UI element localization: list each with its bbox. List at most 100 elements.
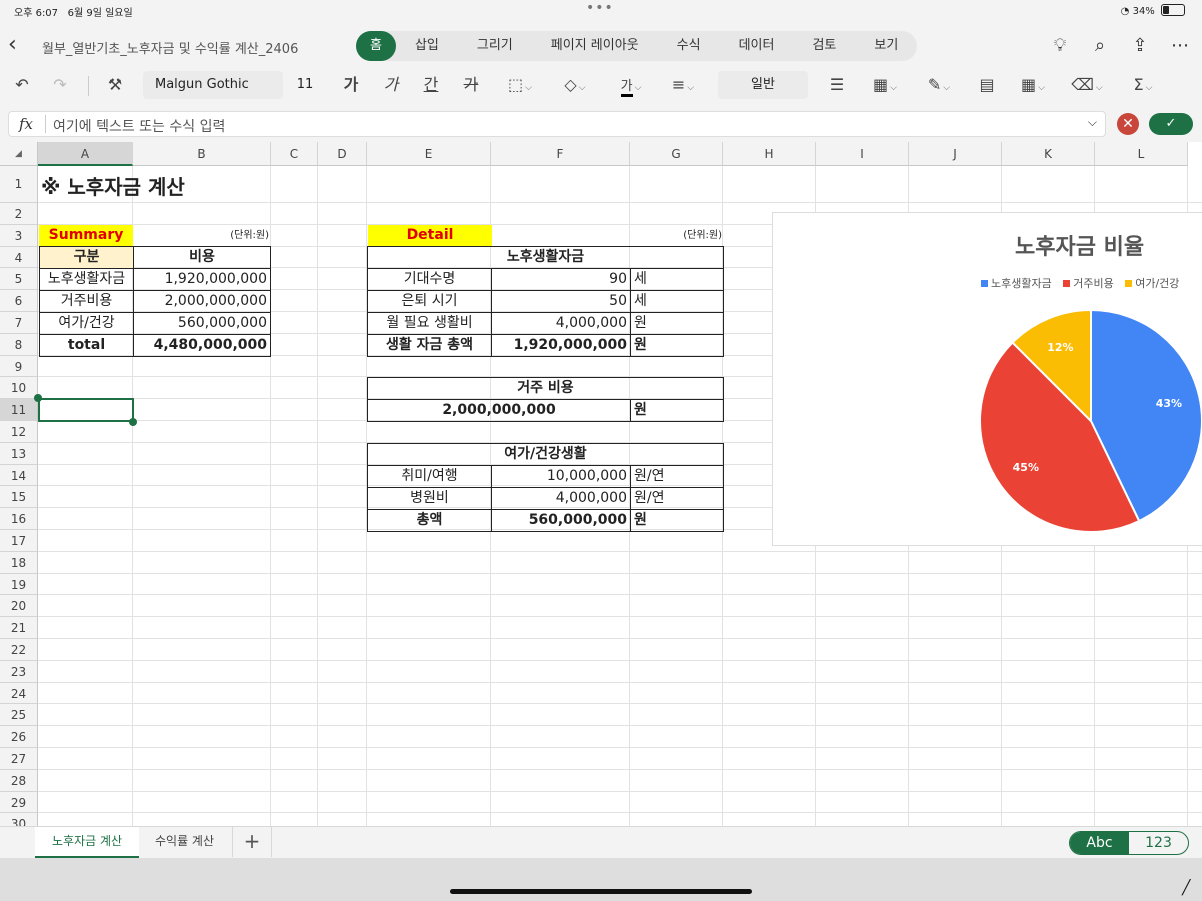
borders-button[interactable]: ⬚ ⌵ [502,72,538,98]
number-format-box[interactable]: 일반 [718,71,808,99]
tab-6[interactable]: 검토 [793,31,855,61]
row-header[interactable]: 24 [0,682,38,705]
row-header[interactable]: 9 [0,355,38,378]
selected-cell[interactable] [38,398,134,422]
row-header[interactable]: 1 [0,166,38,203]
tab-2[interactable]: 그리기 [458,31,532,61]
column-header[interactable]: D [318,142,367,166]
fill-color-button[interactable]: ◇ ⌵ [556,72,594,98]
redo-icon[interactable]: ↷ [48,72,72,98]
row-header[interactable]: 4 [0,246,38,269]
row-header[interactable]: 15 [0,486,38,509]
row-header[interactable]: 14 [0,464,38,487]
back-icon[interactable]: ‹ [8,34,28,58]
pie-chart[interactable]: 노후자금 비율 노후생활자금 거주비용 여가/건강 43% 45% 12% [772,212,1202,546]
home-indicator[interactable] [450,889,752,894]
share-icon[interactable]: ⇪ [1128,34,1152,58]
abc-mode[interactable]: Abc [1070,832,1129,854]
row-header[interactable]: 8 [0,333,38,356]
sheet-tab-returns[interactable]: 수익률 계산 [138,827,231,858]
row-header[interactable]: 27 [0,748,38,770]
formula-bar[interactable]: fx 여기에 텍스트 또는 수식 입력 ⌵ [8,111,1106,137]
formula-input[interactable]: 여기에 텍스트 또는 수식 입력 [53,116,225,136]
font-size-box[interactable]: 11 [287,71,323,99]
autosum-button[interactable]: Σ ⌵ [1124,72,1162,98]
row-header[interactable]: 18 [0,551,38,574]
detail-row-unit: 세 [630,290,724,313]
row-header[interactable]: 26 [0,726,38,748]
row-header[interactable]: 11 [0,399,38,421]
row-header[interactable]: 20 [0,595,38,618]
clear-button[interactable]: ⌫ ⌵ [1068,72,1106,98]
row-header[interactable]: 22 [0,639,38,661]
select-all-corner[interactable]: ◢ [0,142,38,166]
row-header[interactable]: 23 [0,660,38,683]
tab-5[interactable]: 데이터 [720,31,794,61]
multitask-dots[interactable]: ••• [586,0,614,16]
wrap-text-icon[interactable]: ☰ [824,72,850,98]
column-header[interactable]: F [491,142,630,166]
row-header[interactable]: 28 [0,769,38,792]
column-header[interactable]: C [271,142,318,166]
column-header[interactable]: A [38,142,133,166]
column-header[interactable]: J [909,142,1002,166]
row-header[interactable]: 13 [0,442,38,465]
column-header[interactable]: E [367,142,491,166]
row-header[interactable]: 5 [0,268,38,291]
row-header[interactable]: 2 [0,203,38,225]
column-header[interactable]: I [816,142,909,166]
tab-0[interactable]: 홈 [356,31,396,61]
insert-cells-button[interactable]: ▦ ⌵ [1014,72,1052,98]
italic-button[interactable]: 가 [378,72,404,98]
keyboard-mode-toggle[interactable]: Abc 123 [1069,831,1189,855]
sheet-tab-retirement[interactable]: 노후자금 계산 [35,827,140,858]
format-painter-icon[interactable]: ⚒ [102,72,128,98]
row-header[interactable]: 10 [0,377,38,400]
row-header[interactable]: 3 [0,224,38,247]
tab-3[interactable]: 페이지 레이아웃 [532,31,658,61]
font-color-button[interactable]: 가 ⌵ [612,72,650,98]
undo-icon[interactable]: ↶ [10,72,34,98]
row-header[interactable]: 19 [0,573,38,596]
selection-handle[interactable] [34,394,42,402]
font-name-box[interactable]: Malgun Gothic [143,71,283,99]
column-header[interactable]: G [630,142,723,166]
strikethrough-button[interactable]: 가 [458,72,484,98]
numeric-mode[interactable]: 123 [1129,832,1188,854]
row-header[interactable]: 21 [0,617,38,639]
tab-4[interactable]: 수식 [658,31,720,61]
lightbulb-icon[interactable]: 💡︎ [1048,34,1072,58]
row-header[interactable]: 6 [0,290,38,312]
column-header[interactable]: K [1002,142,1095,166]
row-header[interactable]: 30 [0,813,38,826]
document-title[interactable]: 월부_열반기초_노후자금 및 수익률 계산_2406 [42,38,298,57]
row-header[interactable]: 25 [0,704,38,727]
row-header[interactable]: 7 [0,312,38,334]
column-header[interactable]: B [133,142,271,166]
column-header[interactable]: H [723,142,816,166]
cell-styles-button[interactable]: ✎ ⌵ [920,72,958,98]
align-button[interactable]: ≡ ⌵ [664,72,702,98]
tab-7[interactable]: 보기 [855,31,917,61]
add-sheet-button[interactable]: + [232,827,272,857]
row-header[interactable]: 16 [0,508,38,530]
row-header[interactable]: 29 [0,791,38,814]
fill-bucket-icon: ◇ [564,75,577,94]
format-table-icon[interactable]: ▤ [974,72,1000,98]
pie-data-label: 45% [1013,461,1039,474]
tab-1[interactable]: 삽입 [396,31,458,61]
fx-icon[interactable]: fx [19,115,33,133]
conditional-format-button[interactable]: ▦ ⌵ [866,72,904,98]
underline-button[interactable]: 간 [418,72,444,98]
pencil-icon[interactable]: ╱ [1182,880,1190,896]
chevron-down-icon[interactable]: ⌵ [1088,115,1097,130]
more-icon[interactable]: ⋯ [1168,34,1192,58]
cancel-button[interactable]: ✕ [1117,113,1139,135]
row-header[interactable]: 12 [0,421,38,443]
search-icon[interactable]: ⌕ [1088,34,1112,58]
row-header[interactable]: 17 [0,530,38,552]
selection-handle[interactable] [129,418,137,426]
column-header[interactable]: L [1095,142,1188,166]
confirm-button[interactable]: ✓ [1149,113,1193,135]
bold-button[interactable]: 가 [338,72,364,98]
